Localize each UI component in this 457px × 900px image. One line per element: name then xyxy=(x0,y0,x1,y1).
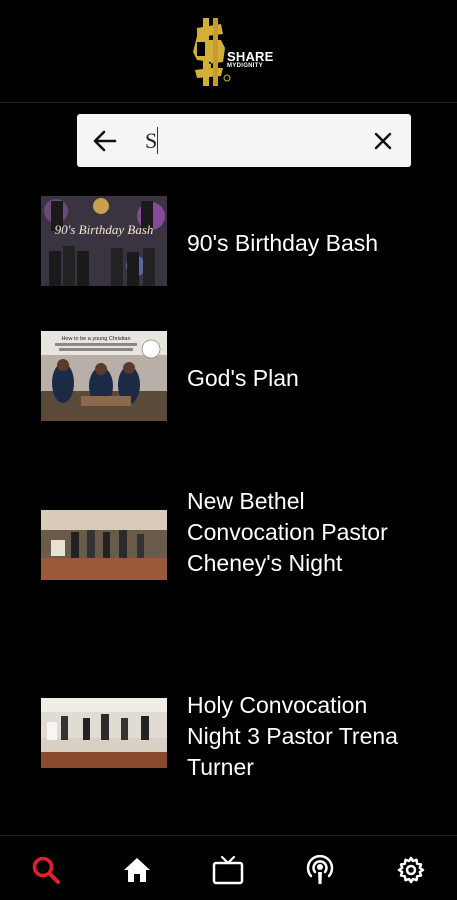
tv-icon xyxy=(212,855,244,885)
nav-podcast-button[interactable] xyxy=(304,854,336,886)
nav-home-button[interactable] xyxy=(121,854,153,886)
search-result-item[interactable]: Holy Convocation Night 3 Pastor Trena Tu… xyxy=(0,690,457,783)
result-title: Holy Convocation Night 3 Pastor Trena Tu… xyxy=(187,692,398,780)
thumbnail-caption: How to be a young Christian xyxy=(61,336,130,342)
search-icon xyxy=(32,856,60,884)
nav-settings-button[interactable] xyxy=(395,854,427,886)
podcast-icon xyxy=(306,854,334,884)
gear-icon xyxy=(397,856,425,884)
result-thumbnail xyxy=(41,510,167,580)
result-title: New Bethel Convocation Pastor Cheney's N… xyxy=(187,488,388,576)
search-bar xyxy=(77,114,411,167)
result-title: God's Plan xyxy=(187,365,299,391)
logo-line-1: SHARE xyxy=(227,49,274,64)
close-icon xyxy=(374,132,392,150)
result-thumbnail: How to be a young Christian xyxy=(41,331,167,421)
logo-text: SHARE MYDIGNITY xyxy=(227,50,274,69)
search-result-item[interactable]: How to be a young Christian God's Plan xyxy=(0,331,457,421)
app-header: SHARE MYDIGNITY xyxy=(0,0,457,103)
nav-search-button[interactable] xyxy=(30,854,62,886)
search-result-item[interactable]: 90's Birthday Bash 90's Birthday Bash xyxy=(0,196,457,288)
search-input[interactable] xyxy=(145,126,345,156)
home-icon xyxy=(124,858,150,882)
result-thumbnail: 90's Birthday Bash xyxy=(41,196,167,286)
back-button[interactable] xyxy=(91,127,119,155)
nav-tv-button[interactable] xyxy=(212,854,244,886)
text-caret xyxy=(157,127,158,154)
arrow-left-icon xyxy=(93,130,117,152)
search-result-item[interactable]: New Bethel Convocation Pastor Cheney's N… xyxy=(0,486,457,610)
result-title: 90's Birthday Bash xyxy=(187,230,379,256)
thumbnail-caption: 90's Birthday Bash xyxy=(55,222,154,237)
clear-search-button[interactable] xyxy=(371,129,395,153)
result-thumbnail xyxy=(41,698,167,768)
bottom-navigation xyxy=(0,835,457,900)
